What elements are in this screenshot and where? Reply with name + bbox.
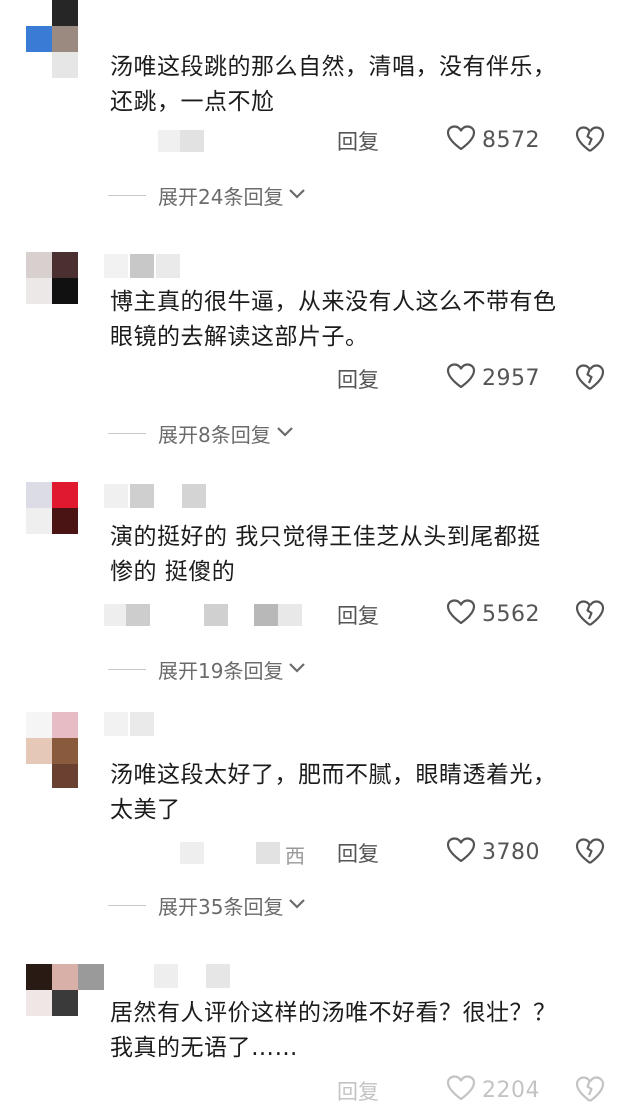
comment-meta: 回复 5562 (0, 598, 640, 634)
broken-heart-icon (574, 364, 606, 396)
username-blurred[interactable] (104, 254, 182, 280)
dislike-button[interactable] (574, 836, 606, 870)
username-blurred[interactable] (104, 712, 156, 738)
like-count: 2204 (482, 1077, 540, 1103)
broken-heart-icon (574, 838, 606, 870)
like-button[interactable]: 5562 (446, 598, 540, 630)
expand-replies[interactable]: 展开19条回复 (108, 654, 307, 684)
divider (108, 668, 146, 670)
comment-meta: 西 回复 3780 (0, 836, 640, 872)
comment-text-line: 居然有人评价这样的汤唯不好看？很壮？？ (110, 1000, 557, 1026)
dislike-button[interactable] (574, 598, 606, 632)
reply-button[interactable]: 回复 (337, 838, 379, 868)
heart-outline-icon (446, 1074, 476, 1105)
like-count: 2957 (482, 365, 540, 391)
comment-text-line: 眼镜的去解读这部片子。 (110, 324, 369, 350)
comment-text-line: 博主真的很牛逼，从来没有人这么不带有色 (110, 289, 557, 315)
comment-text: 居然有人评价这样的汤唯不好看？很壮？？ 我真的无语了…… (110, 996, 620, 1066)
expand-replies-label: 展开19条回复 (158, 658, 284, 683)
broken-heart-icon (574, 600, 606, 632)
avatar[interactable] (26, 482, 78, 534)
meta-suffix: 西 (285, 844, 305, 868)
broken-heart-icon (574, 126, 606, 158)
divider (108, 432, 146, 434)
comment-text: 汤唯这段跳的那么自然，清唱，没有伴乐， 还跳，一点不尬 (110, 50, 620, 120)
chevron-down-icon (283, 660, 307, 679)
expand-replies[interactable]: 展开8条回复 (108, 418, 295, 448)
comment-meta: 回复 8572 (0, 124, 640, 160)
like-button[interactable]: 3780 (446, 836, 540, 868)
divider (108, 904, 146, 906)
reply-button[interactable]: 回复 (337, 126, 379, 156)
avatar[interactable] (26, 0, 78, 52)
comment-text: 演的挺好的 我只觉得王佳芝从头到尾都挺 惨的 挺傻的 (110, 520, 620, 590)
divider (108, 194, 146, 196)
username-blurred[interactable] (154, 964, 232, 990)
dislike-button[interactable] (574, 1074, 606, 1105)
expand-replies-label: 展开35条回复 (158, 894, 284, 919)
comment-text-line: 我真的无语了…… (110, 1035, 298, 1061)
comment-text-line: 汤唯这段跳的那么自然，清唱，没有伴乐， (110, 54, 557, 80)
reply-button[interactable]: 回复 (337, 364, 379, 394)
avatar[interactable] (26, 252, 78, 304)
dislike-button[interactable] (574, 362, 606, 396)
like-count: 3780 (482, 839, 540, 865)
comment-text-line: 还跳，一点不尬 (110, 89, 275, 115)
comment-text: 汤唯这段太好了，肥而不腻，眼睛透着光， 太美了 (110, 758, 620, 828)
comment-text-line: 惨的 挺傻的 (110, 559, 236, 585)
comment-text: 博主真的很牛逼，从来没有人这么不带有色 眼镜的去解读这部片子。 (110, 285, 620, 355)
expand-replies-label: 展开24条回复 (158, 184, 284, 209)
chevron-down-icon (283, 896, 307, 915)
like-count: 5562 (482, 601, 540, 627)
comment-meta: 回复 2204 (0, 1074, 640, 1105)
like-button[interactable]: 8572 (446, 124, 540, 156)
comment-meta: 回复 2957 (0, 362, 640, 398)
heart-outline-icon (446, 362, 476, 394)
comment-text-line: 汤唯这段太好了，肥而不腻，眼睛透着光， (110, 762, 557, 788)
username-blurred[interactable] (104, 484, 208, 510)
chevron-down-icon (271, 424, 295, 443)
broken-heart-icon (574, 1076, 606, 1105)
heart-outline-icon (446, 836, 476, 868)
heart-outline-icon (446, 124, 476, 156)
comment-text-line: 太美了 (110, 797, 181, 823)
expand-replies-label: 展开8条回复 (158, 422, 271, 447)
dislike-button[interactable] (574, 124, 606, 158)
like-count: 8572 (482, 127, 540, 153)
like-button[interactable]: 2957 (446, 362, 540, 394)
reply-button[interactable]: 回复 (337, 600, 379, 630)
expand-replies[interactable]: 展开35条回复 (108, 890, 307, 920)
avatar[interactable] (26, 712, 78, 764)
chevron-down-icon (283, 186, 307, 205)
heart-outline-icon (446, 598, 476, 630)
like-button[interactable]: 2204 (446, 1074, 540, 1105)
comment-text-line: 演的挺好的 我只觉得王佳芝从头到尾都挺 (110, 524, 541, 550)
expand-replies[interactable]: 展开24条回复 (108, 180, 307, 210)
avatar[interactable] (26, 964, 78, 1016)
reply-button[interactable]: 回复 (337, 1076, 379, 1105)
